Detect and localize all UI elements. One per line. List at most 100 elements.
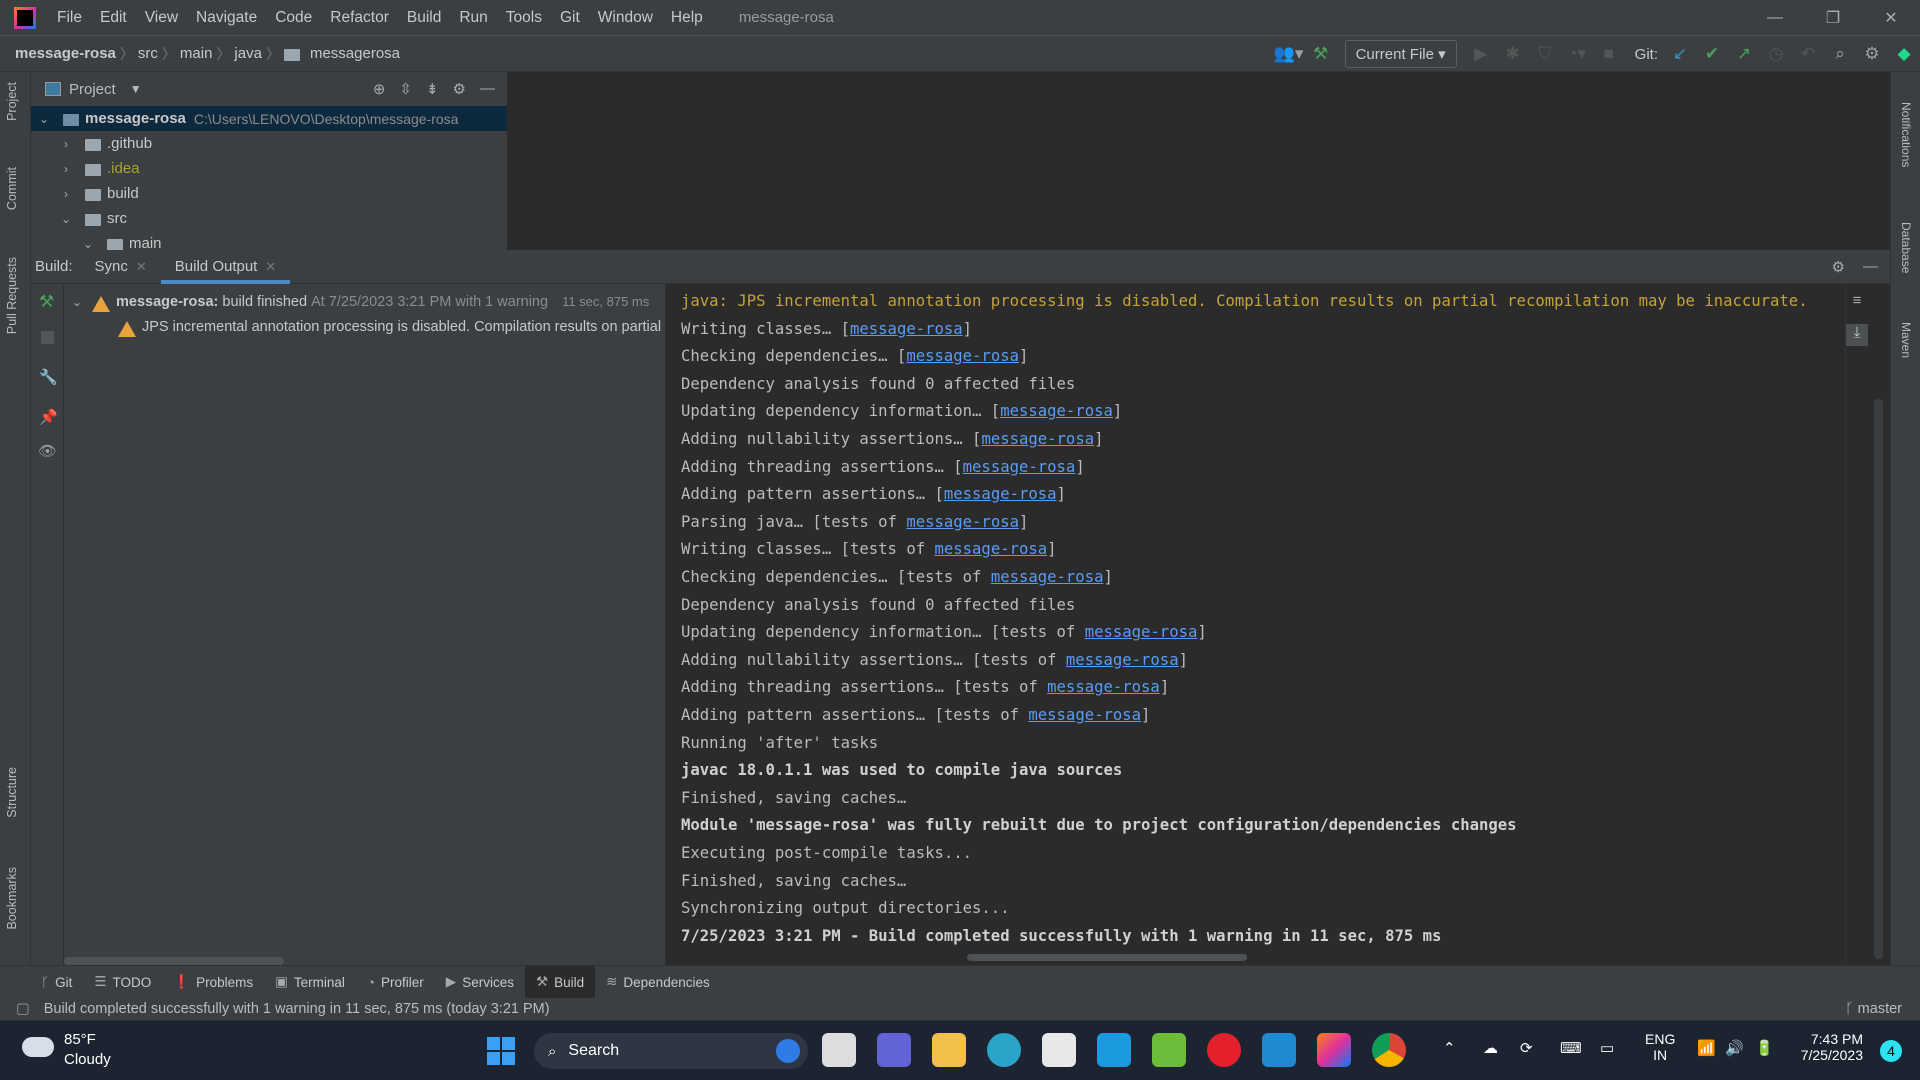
tray-overflow-icon[interactable]: ⌃ xyxy=(1443,1039,1456,1057)
module-link[interactable]: message-rosa xyxy=(963,458,1076,476)
module-link[interactable]: message-rosa xyxy=(906,513,1019,531)
module-link[interactable]: message-rosa xyxy=(906,347,1019,365)
tree-item-idea[interactable]: › .idea xyxy=(31,156,507,181)
stop-icon[interactable]: ■ xyxy=(1593,36,1625,72)
console-vscrollbar[interactable] xyxy=(1874,399,1883,959)
minimize-button[interactable]: — xyxy=(1746,0,1804,36)
tool-tab-profiler[interactable]: ◔ Profiler xyxy=(356,966,435,999)
bluestacks-icon[interactable] xyxy=(1152,1033,1186,1067)
locate-icon[interactable]: ⊕ xyxy=(373,80,386,98)
onedrive-icon[interactable]: ☁ xyxy=(1483,1039,1498,1057)
eye-icon[interactable]: 👁 xyxy=(38,442,57,460)
rebuild-hammer-icon[interactable]: ⚒ xyxy=(39,292,54,312)
weather-temp[interactable]: 85°F xyxy=(64,1031,96,1048)
gear-icon[interactable]: ⚙ xyxy=(1832,258,1845,276)
wrench-icon[interactable]: 🔧 xyxy=(39,368,58,386)
status-message[interactable]: Build completed successfully with 1 warn… xyxy=(44,1001,550,1017)
module-link[interactable]: message-rosa xyxy=(1000,402,1113,420)
tool-tab-todo[interactable]: ☰ TODO xyxy=(83,966,162,999)
language-indicator[interactable]: ENG IN xyxy=(1645,1031,1675,1063)
collapse-all-icon[interactable]: ⇟ xyxy=(426,80,439,98)
module-link[interactable]: message-rosa xyxy=(944,485,1057,503)
bing-icon[interactable] xyxy=(776,1039,800,1063)
breadcrumb-main[interactable]: main xyxy=(176,45,217,62)
module-link[interactable]: message-rosa xyxy=(981,430,1094,448)
stripe-bookmarks[interactable]: Bookmarks xyxy=(5,867,19,930)
tree-root[interactable]: ⌄ message-rosa C:\Users\LENOVO\Desktop\mes… xyxy=(31,106,507,131)
menu-run[interactable]: Run xyxy=(450,9,496,27)
menu-navigate[interactable]: Navigate xyxy=(187,9,266,27)
tree-item-src[interactable]: ⌄ src xyxy=(31,206,507,231)
user-icon[interactable]: 👥▾ xyxy=(1273,36,1305,72)
breadcrumb-project[interactable]: message-rosa xyxy=(0,45,120,62)
gear-icon[interactable]: ⚙ xyxy=(453,80,466,98)
editor-area[interactable] xyxy=(507,72,1890,250)
settings-icon[interactable]: ⚙ xyxy=(1856,36,1888,72)
tree-item-github[interactable]: › .github xyxy=(31,131,507,156)
build-hammer-icon[interactable]: ⚒ xyxy=(1305,36,1337,72)
debug-icon[interactable]: ✱ xyxy=(1497,36,1529,72)
module-link[interactable]: message-rosa xyxy=(934,540,1047,558)
store-icon[interactable] xyxy=(1042,1033,1076,1067)
menu-build[interactable]: Build xyxy=(398,9,450,27)
close-icon[interactable]: ✕ xyxy=(136,259,147,275)
taskbar-search[interactable]: ⌕ Search xyxy=(534,1033,808,1069)
horizontal-scrollbar[interactable] xyxy=(64,957,284,965)
file-explorer-icon[interactable] xyxy=(932,1033,966,1067)
console-hscrollbar[interactable] xyxy=(967,954,1247,961)
breadcrumb-java[interactable]: java xyxy=(230,45,266,62)
stop-icon[interactable] xyxy=(41,331,54,344)
pin-icon[interactable]: 📌 xyxy=(39,408,58,426)
module-link[interactable]: message-rosa xyxy=(1066,651,1179,669)
tool-tab-terminal[interactable]: ▣ Terminal xyxy=(264,966,356,999)
module-link[interactable]: message-rosa xyxy=(1028,706,1141,724)
build-console[interactable]: java: JPS incremental annotation process… xyxy=(667,284,1845,965)
edge-icon[interactable] xyxy=(987,1033,1021,1067)
menu-window[interactable]: Window xyxy=(589,9,662,27)
touchpad-icon[interactable]: ▭ xyxy=(1600,1039,1614,1057)
notification-badge[interactable]: 4 xyxy=(1880,1040,1902,1062)
close-window-button[interactable]: ✕ xyxy=(1862,0,1920,36)
start-button[interactable] xyxy=(487,1037,515,1065)
sync-icon[interactable]: ⟳ xyxy=(1520,1039,1533,1057)
clock[interactable]: 7:43 PM 7/25/2023 xyxy=(1801,1031,1863,1063)
stripe-maven[interactable]: Maven xyxy=(1899,322,1913,358)
task-view-icon[interactable] xyxy=(822,1033,856,1067)
volume-icon[interactable]: 🔊 xyxy=(1725,1039,1744,1057)
module-link[interactable]: message-rosa xyxy=(1085,623,1198,641)
tool-tab-problems[interactable]: ❗ Problems xyxy=(162,966,264,999)
coverage-icon[interactable]: ⛉ xyxy=(1529,36,1561,72)
wifi-icon[interactable]: 📶 xyxy=(1697,1039,1716,1057)
git-history-icon[interactable]: ◷ xyxy=(1760,36,1792,72)
tool-tab-git[interactable]: ᚴ Git xyxy=(30,966,83,999)
tool-tab-services[interactable]: ▶ Services xyxy=(435,966,525,999)
hide-icon[interactable]: — xyxy=(1863,258,1878,276)
menu-view[interactable]: View xyxy=(136,9,187,27)
tab-build-output[interactable]: Build Output ✕ xyxy=(160,250,291,284)
hide-icon[interactable]: — xyxy=(480,80,495,98)
battery-icon[interactable]: 🔋 xyxy=(1755,1039,1774,1057)
menu-edit[interactable]: Edit xyxy=(91,9,136,27)
restore-button[interactable]: ❐ xyxy=(1804,0,1862,36)
menu-code[interactable]: Code xyxy=(266,9,321,27)
tool-tab-dependencies[interactable]: ≋ Dependencies xyxy=(595,966,721,999)
menu-refactor[interactable]: Refactor xyxy=(321,9,398,27)
expand-all-icon[interactable]: ⇳ xyxy=(399,80,412,98)
run-config-select[interactable]: Current File ▾ xyxy=(1344,40,1457,68)
intellij-icon[interactable] xyxy=(1317,1033,1351,1067)
stripe-structure[interactable]: Structure xyxy=(5,767,19,818)
git-push-icon[interactable]: ↗ xyxy=(1728,36,1760,72)
build-result-node[interactable]: ⌄ message-rosa: build finished At 7/25/2… xyxy=(64,289,665,314)
git-commit-icon[interactable]: ✔ xyxy=(1696,36,1728,72)
run-icon[interactable]: ▶ xyxy=(1465,36,1497,72)
breadcrumb-package[interactable]: messagerosa xyxy=(306,45,404,62)
code-with-me-icon[interactable]: ◆ xyxy=(1888,36,1920,72)
tree-item-build[interactable]: › build xyxy=(31,181,507,206)
menu-git[interactable]: Git xyxy=(551,9,589,27)
search-icon[interactable]: ⌕ xyxy=(1824,36,1856,72)
stripe-database[interactable]: Database xyxy=(1899,222,1913,273)
weather-desc[interactable]: Cloudy xyxy=(64,1051,111,1068)
stripe-project[interactable]: Project xyxy=(5,82,19,121)
l-app-icon[interactable] xyxy=(1097,1033,1131,1067)
project-panel-title[interactable]: Project xyxy=(69,81,116,98)
